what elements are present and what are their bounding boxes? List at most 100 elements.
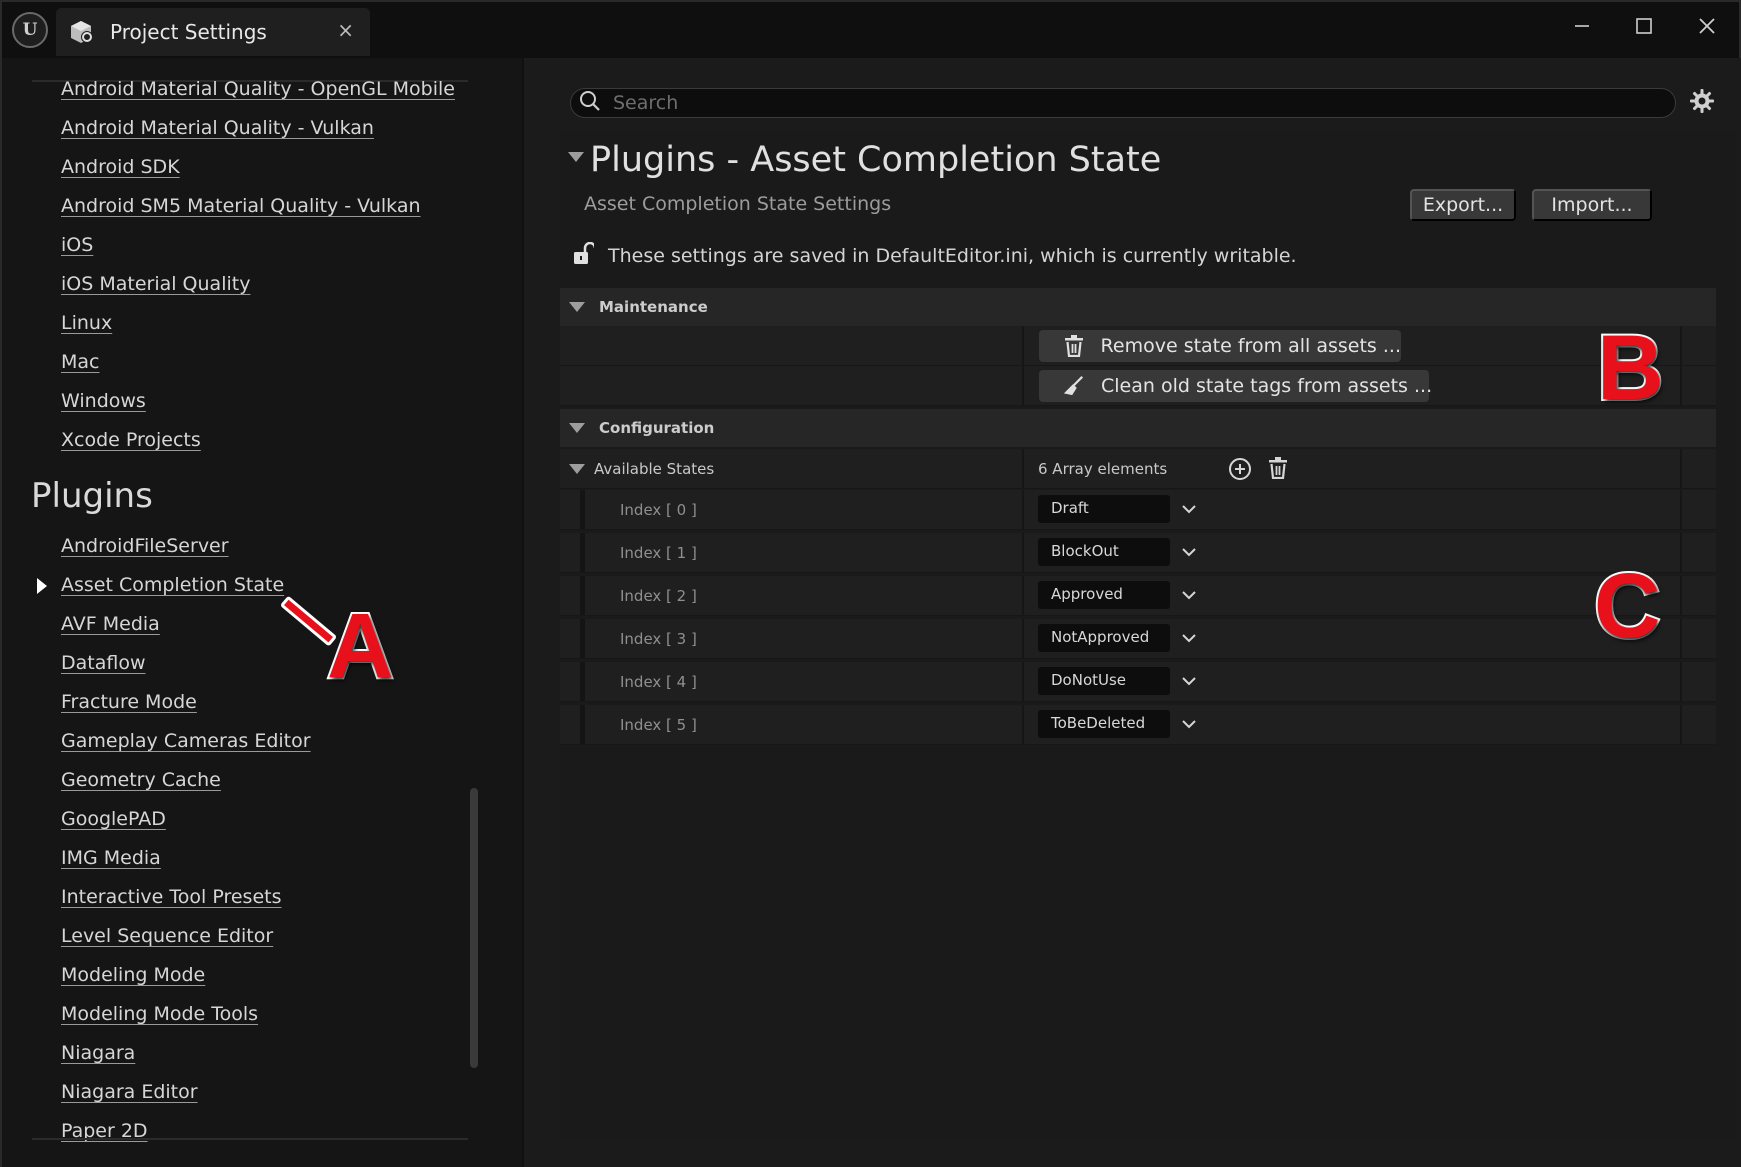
selected-item-arrow-icon bbox=[37, 578, 47, 594]
maximize-button[interactable] bbox=[1624, 10, 1664, 42]
chevron-down-icon[interactable] bbox=[1178, 670, 1200, 692]
sidebar-item-android-material-quality-opengl[interactable]: Android Material Quality - OpenGL Mobile bbox=[61, 78, 455, 100]
export-button[interactable]: Export... bbox=[1410, 189, 1516, 221]
page-title: Plugins - Asset Completion State bbox=[590, 140, 1162, 180]
array-element-row: Index [ 2 ] Approved bbox=[560, 576, 1716, 616]
column-splitter[interactable] bbox=[1022, 619, 1024, 658]
remove-state-button[interactable]: Remove state from all assets ... bbox=[1039, 330, 1401, 362]
array-element-count: 6 Array elements bbox=[1038, 460, 1168, 478]
settings-sidebar: Android Material Quality - OpenGL Mobile… bbox=[2, 58, 522, 1167]
plugins-heading: Plugins bbox=[31, 476, 153, 516]
sidebar-item-androidfileserver[interactable]: AndroidFileServer bbox=[61, 535, 229, 557]
sidebar-item-linux[interactable]: Linux bbox=[61, 312, 112, 334]
array-index-label: Index [ 5 ] bbox=[620, 716, 697, 734]
row-edge bbox=[1680, 619, 1682, 658]
row-edge bbox=[1680, 449, 1682, 488]
sidebar-item-fracture-mode[interactable]: Fracture Mode bbox=[61, 691, 197, 713]
sidebar-item-ios-material-quality[interactable]: iOS Material Quality bbox=[61, 273, 250, 295]
remove-state-button-label: Remove state from all assets ... bbox=[1100, 335, 1401, 357]
sidebar-item-geometry-cache[interactable]: Geometry Cache bbox=[61, 769, 221, 791]
search-icon bbox=[579, 90, 601, 116]
sidebar-item-niagara[interactable]: Niagara bbox=[61, 1042, 135, 1064]
column-splitter[interactable] bbox=[1022, 366, 1024, 405]
available-states-row: Available States 6 Array elements bbox=[560, 449, 1716, 489]
array-element-row: Index [ 3 ] NotApproved bbox=[560, 619, 1716, 659]
sidebar-item-android-sdk[interactable]: Android SDK bbox=[61, 156, 180, 178]
state-value-field[interactable]: DoNotUse bbox=[1038, 667, 1170, 695]
array-element-row: Index [ 1 ] BlockOut bbox=[560, 533, 1716, 573]
state-value-field[interactable]: NotApproved bbox=[1038, 624, 1170, 652]
sidebar-item-dataflow[interactable]: Dataflow bbox=[61, 652, 146, 674]
tab-title: Project Settings bbox=[110, 20, 267, 44]
sidebar-item-asset-completion-state[interactable]: Asset Completion State bbox=[61, 574, 284, 596]
column-splitter[interactable] bbox=[1022, 662, 1024, 701]
state-value-field[interactable]: Draft bbox=[1038, 495, 1170, 523]
array-index-label: Index [ 1 ] bbox=[620, 544, 697, 562]
row-edge bbox=[1680, 533, 1682, 572]
sidebar-item-xcode-projects[interactable]: Xcode Projects bbox=[61, 429, 201, 451]
section-collapse-arrow-icon[interactable] bbox=[568, 152, 584, 162]
sidebar-item-modeling-mode-tools[interactable]: Modeling Mode Tools bbox=[61, 1003, 258, 1025]
sidebar-item-gameplay-cameras-editor[interactable]: Gameplay Cameras Editor bbox=[61, 730, 311, 752]
clear-array-trash-icon[interactable] bbox=[1268, 457, 1288, 483]
sidebar-scrollbar[interactable] bbox=[470, 788, 478, 1068]
array-expand-arrow-icon[interactable] bbox=[569, 464, 585, 474]
chevron-down-icon[interactable] bbox=[1178, 627, 1200, 649]
project-settings-window: U Project Settings × Android Material Qu… bbox=[0, 0, 1741, 1167]
title-bar: U Project Settings × bbox=[2, 2, 1739, 58]
maintenance-category-header[interactable]: Maintenance bbox=[560, 288, 1716, 326]
add-element-icon[interactable] bbox=[1228, 457, 1252, 485]
column-splitter[interactable] bbox=[1022, 326, 1024, 365]
minimize-button[interactable] bbox=[1562, 10, 1602, 42]
window-close-button[interactable] bbox=[1687, 10, 1727, 42]
search-input[interactable] bbox=[613, 92, 1613, 114]
column-splitter[interactable] bbox=[1022, 705, 1024, 744]
sidebar-item-niagara-editor[interactable]: Niagara Editor bbox=[61, 1081, 198, 1103]
sidebar-item-interactive-tool-presets[interactable]: Interactive Tool Presets bbox=[61, 886, 281, 908]
sidebar-item-googlepad[interactable]: GooglePAD bbox=[61, 808, 166, 830]
config-file-notice: These settings are saved in DefaultEdito… bbox=[572, 241, 1297, 270]
state-value-field[interactable]: BlockOut bbox=[1038, 538, 1170, 566]
indent-bar bbox=[580, 533, 585, 572]
tab-project-settings[interactable]: Project Settings × bbox=[56, 8, 370, 56]
chevron-down-icon[interactable] bbox=[1178, 713, 1200, 735]
maintenance-remove-row: Remove state from all assets ... bbox=[560, 326, 1716, 366]
chevron-down-icon[interactable] bbox=[1178, 584, 1200, 606]
array-index-label: Index [ 0 ] bbox=[620, 501, 697, 519]
sidebar-item-img-media[interactable]: IMG Media bbox=[61, 847, 161, 869]
unlocked-padlock-icon bbox=[572, 241, 597, 270]
chevron-down-icon[interactable] bbox=[1178, 541, 1200, 563]
broom-icon bbox=[1063, 374, 1085, 398]
state-value-field[interactable]: Approved bbox=[1038, 581, 1170, 609]
row-edge bbox=[1680, 576, 1682, 615]
row-edge bbox=[1680, 705, 1682, 744]
sidebar-item-android-sm5-material-quality[interactable]: Android SM5 Material Quality - Vulkan bbox=[61, 195, 421, 217]
column-splitter[interactable] bbox=[1022, 533, 1024, 572]
sidebar-item-ios[interactable]: iOS bbox=[61, 234, 93, 256]
column-splitter[interactable] bbox=[1022, 576, 1024, 615]
sidebar-item-android-material-quality-vulkan[interactable]: Android Material Quality - Vulkan bbox=[61, 117, 374, 139]
sidebar-item-mac[interactable]: Mac bbox=[61, 351, 99, 373]
array-index-label: Index [ 2 ] bbox=[620, 587, 697, 605]
chevron-down-icon[interactable] bbox=[1178, 498, 1200, 520]
column-splitter[interactable] bbox=[1022, 490, 1024, 529]
sidebar-item-modeling-mode[interactable]: Modeling Mode bbox=[61, 964, 205, 986]
sidebar-item-avf-media[interactable]: AVF Media bbox=[61, 613, 160, 635]
array-index-label: Index [ 3 ] bbox=[620, 630, 697, 648]
trash-icon bbox=[1063, 334, 1085, 358]
clean-tags-button-label: Clean old state tags from assets ... bbox=[1101, 375, 1433, 397]
gear-icon[interactable] bbox=[1689, 88, 1719, 118]
array-element-row: Index [ 4 ] DoNotUse bbox=[560, 662, 1716, 702]
sidebar-item-windows[interactable]: Windows bbox=[61, 390, 146, 412]
column-splitter[interactable] bbox=[1022, 449, 1024, 488]
tab-close-icon[interactable]: × bbox=[337, 18, 354, 42]
import-button[interactable]: Import... bbox=[1532, 189, 1652, 221]
category-label: Maintenance bbox=[599, 298, 708, 316]
clean-tags-button[interactable]: Clean old state tags from assets ... bbox=[1039, 370, 1433, 402]
configuration-category-header[interactable]: Configuration bbox=[560, 409, 1716, 447]
sidebar-item-level-sequence-editor[interactable]: Level Sequence Editor bbox=[61, 925, 273, 947]
unreal-logo-icon[interactable]: U bbox=[12, 12, 48, 48]
indent-bar bbox=[580, 705, 585, 744]
state-value-field[interactable]: ToBeDeleted bbox=[1038, 710, 1170, 738]
annotation-a: A bbox=[325, 595, 395, 697]
